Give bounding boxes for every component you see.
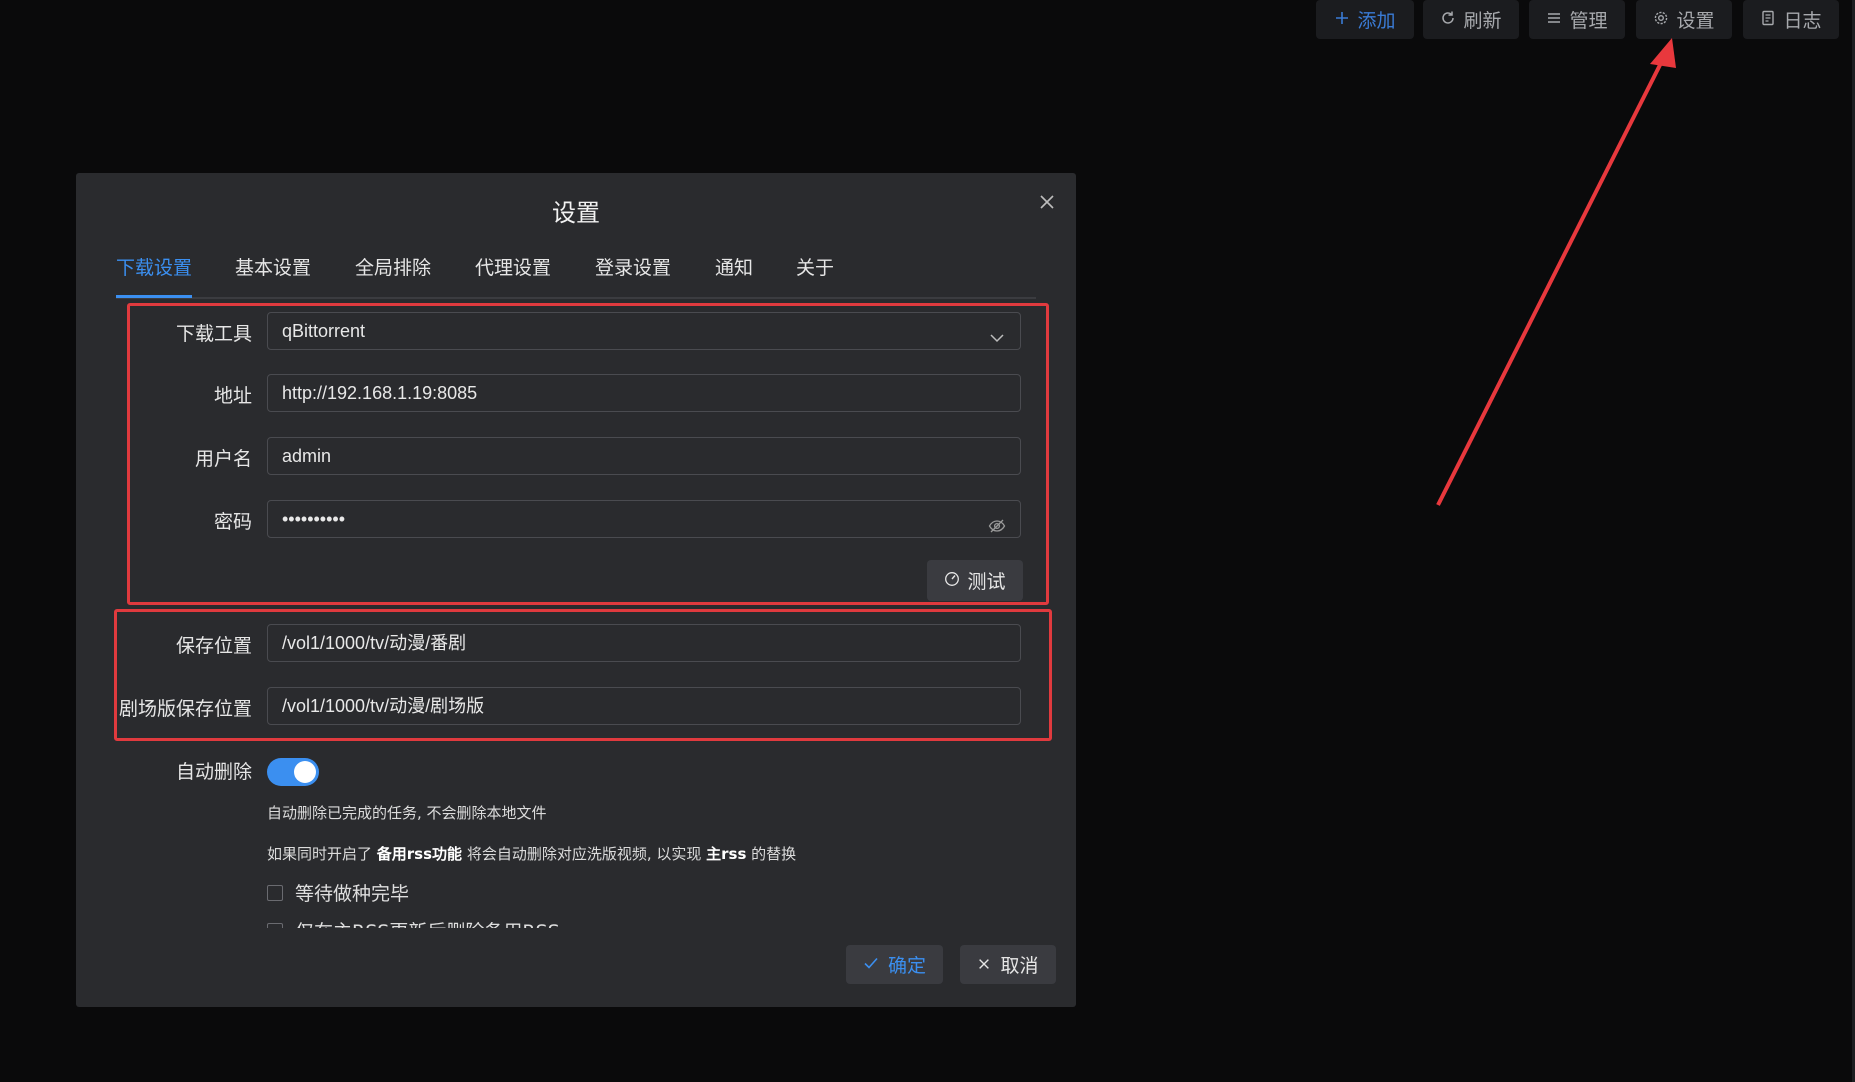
hint-bold-backup-rss: 备用rss功能 [376, 845, 463, 863]
refresh-icon [1440, 9, 1456, 31]
tab-notifications[interactable]: 通知 [715, 251, 753, 295]
hint-text-3: 的替换 [746, 845, 797, 863]
highlight-connection-box [127, 303, 1049, 605]
toggle-knob [294, 761, 316, 783]
settings-tabs: 下载设置 基本设置 全局排除 代理设置 登录设置 通知 关于 [116, 251, 1036, 299]
cancel-button[interactable]: 取消 [960, 945, 1056, 984]
tab-login-settings[interactable]: 登录设置 [595, 251, 671, 295]
refresh-label: 刷新 [1463, 10, 1502, 32]
document-icon [1760, 9, 1776, 31]
scroll-clip: 仅在主RSS更新后删除备用RSS [76, 918, 1076, 928]
auto-delete-hint: 自动删除已完成的任务, 不会删除本地文件 [267, 804, 547, 822]
plus-icon [1334, 9, 1350, 31]
highlight-path-box [114, 609, 1052, 741]
hint-bold-main-rss: 主rss [706, 845, 747, 863]
cancel-label: 取消 [1000, 955, 1039, 977]
confirm-button[interactable]: 确定 [846, 945, 943, 984]
only-main-rss-checkbox-row[interactable]: 仅在主RSS更新后删除备用RSS [267, 918, 560, 928]
add-button[interactable]: 添加 [1316, 0, 1414, 39]
wait-seed-label: 等待做种完毕 [295, 883, 410, 905]
backup-rss-hint: 如果同时开启了 备用rss功能 将会自动删除对应洗版视频, 以实现 主rss 的… [267, 843, 796, 864]
gear-icon [1653, 9, 1669, 31]
settings-label: 设置 [1676, 10, 1715, 32]
tab-about[interactable]: 关于 [796, 251, 834, 295]
close-icon [977, 954, 991, 976]
auto-delete-toggle[interactable] [267, 758, 319, 786]
refresh-button[interactable]: 刷新 [1423, 0, 1519, 39]
check-icon [863, 954, 879, 976]
hint-text-1: 如果同时开启了 [267, 845, 377, 863]
list-icon [1546, 9, 1562, 31]
wait-seed-checkbox[interactable] [267, 884, 283, 901]
close-icon[interactable] [1038, 193, 1056, 211]
auto-delete-label: 自动删除 [175, 761, 252, 783]
tab-global-exclude[interactable]: 全局排除 [355, 251, 431, 295]
hint-text-2: 将会自动删除对应洗版视频, 以实现 [462, 845, 707, 863]
settings-button[interactable]: 设置 [1636, 0, 1732, 39]
log-label: 日志 [1783, 10, 1822, 32]
only-main-rss-label: 仅在主RSS更新后删除备用RSS [295, 918, 560, 928]
add-label: 添加 [1357, 10, 1396, 32]
wait-seed-checkbox-row[interactable]: 等待做种完毕 [267, 879, 409, 906]
only-main-rss-checkbox[interactable] [267, 922, 283, 928]
settings-dialog: 设置 下载设置 基本设置 全局排除 代理设置 登录设置 通知 关于 下载工具 地… [76, 173, 1076, 1007]
manage-button[interactable]: 管理 [1529, 0, 1625, 39]
log-button[interactable]: 日志 [1743, 0, 1839, 39]
manage-label: 管理 [1569, 10, 1608, 32]
confirm-label: 确定 [887, 955, 926, 977]
tab-proxy-settings[interactable]: 代理设置 [475, 251, 551, 295]
